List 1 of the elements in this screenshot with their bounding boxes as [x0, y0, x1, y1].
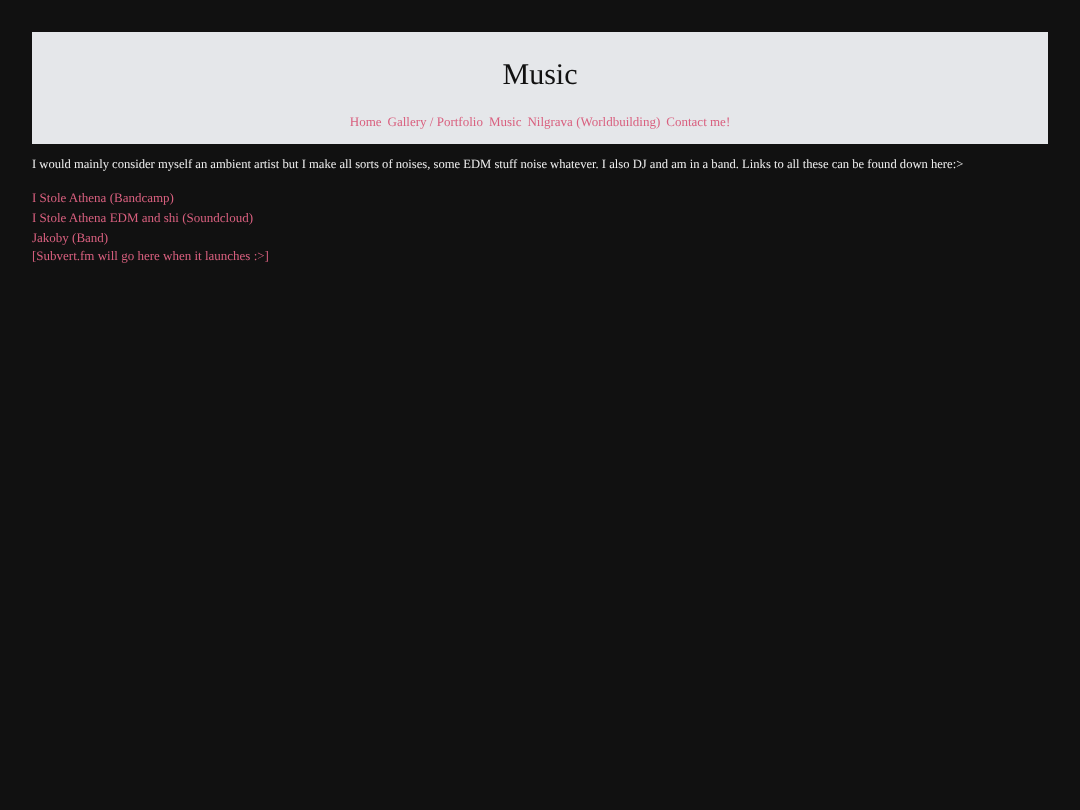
page-title: Music [502, 58, 578, 94]
